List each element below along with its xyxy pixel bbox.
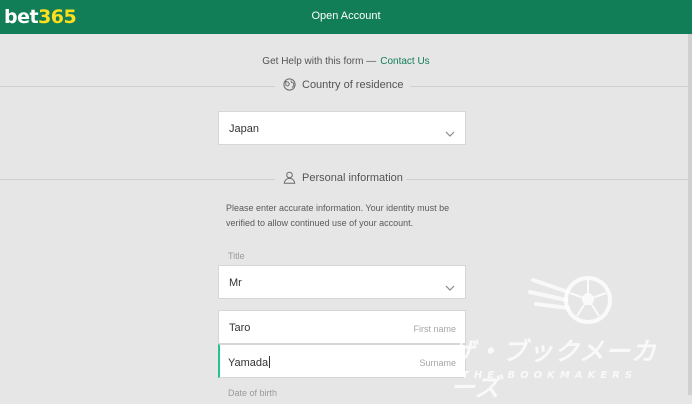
chevron-down-icon	[445, 124, 455, 142]
surname-value-text: Yamada	[228, 357, 269, 369]
watermark: ザ・ブックメーカーズ THE BOOKMAKERS	[440, 262, 680, 402]
personal-section-label: Personal information	[302, 171, 403, 184]
first-name-field[interactable]: Taro First name	[218, 310, 466, 344]
contact-us-link[interactable]: Contact Us	[380, 56, 429, 67]
dob-label: Date of birth	[228, 388, 278, 398]
text-cursor	[269, 356, 271, 368]
title-select-value: Mr	[229, 277, 242, 289]
divider-line	[0, 179, 275, 180]
divider-line	[410, 86, 688, 87]
chevron-down-icon	[445, 278, 455, 296]
title-select[interactable]: Mr	[218, 265, 466, 299]
first-name-placeholder: First name	[413, 324, 456, 334]
surname-field[interactable]: Yamada Surname	[218, 344, 466, 378]
country-select[interactable]: Japan	[218, 111, 466, 145]
watermark-text: ザ・ブックメーカーズ	[450, 337, 658, 402]
help-text: Get Help with this form —	[262, 56, 377, 67]
divider-line	[406, 179, 688, 180]
help-line: Get Help with this form — Contact Us	[0, 56, 692, 67]
country-section-heading: Country of residence	[283, 78, 404, 91]
watermark-subtext: THE BOOKMAKERS	[462, 370, 638, 381]
title-label: Title	[228, 251, 245, 261]
page-title: Open Account	[311, 10, 381, 22]
personal-info-text: Please enter accurate information. Your …	[226, 203, 450, 228]
country-section-divider: Country of residence	[0, 78, 692, 94]
country-section-label: Country of residence	[302, 78, 404, 91]
soccer-ball-icon	[528, 262, 618, 337]
first-name-value: Taro	[229, 322, 251, 334]
header-bar: bet365 Open Account	[0, 0, 692, 34]
country-select-value: Japan	[229, 123, 259, 135]
divider-line	[0, 86, 275, 87]
surname-value: Yamada	[228, 356, 271, 369]
globe-icon	[283, 78, 296, 91]
surname-placeholder: Surname	[419, 358, 456, 368]
personal-section-divider: Personal information	[0, 171, 692, 187]
user-icon	[283, 171, 296, 184]
personal-section-heading: Personal information	[283, 171, 403, 184]
